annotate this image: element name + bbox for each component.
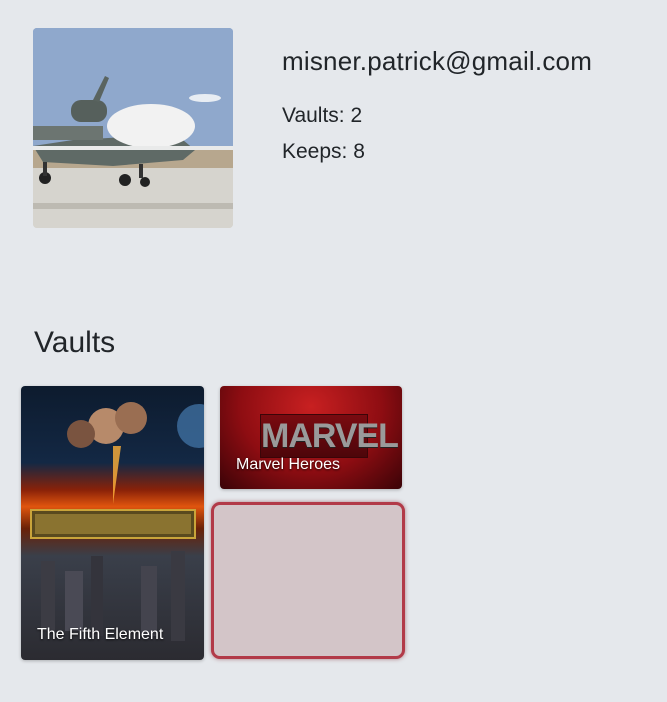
marvel-logo: MARVEL [260,414,399,458]
profile-avatar [33,28,233,228]
user-email: misner.patrick@gmail.com [282,46,593,76]
vault-card-fifth-element[interactable]: The Fifth Element [21,386,204,660]
vaults-count: Vaults: 2 [282,104,363,127]
fifth-element-poster [30,402,204,641]
aircraft-image [33,28,233,228]
vaults-heading: Vaults [34,326,116,359]
keeps-count: Keeps: 8 [282,140,365,163]
new-vault-placeholder[interactable] [211,502,405,659]
vault-name-marvel-heroes: Marvel Heroes [236,456,341,473]
vault-name-fifth-element: The Fifth Element [37,626,164,643]
vault-card-marvel-heroes[interactable]: MARVEL Marvel Heroes [220,386,402,489]
